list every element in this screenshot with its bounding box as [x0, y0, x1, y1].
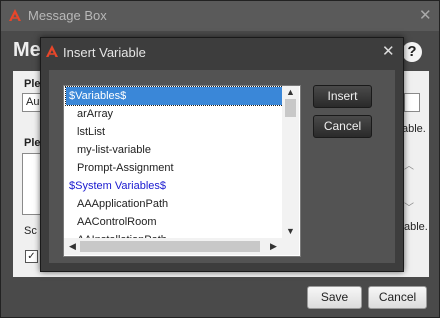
- list-group-header[interactable]: $Variables$: [65, 86, 284, 106]
- scroll-down-icon: ﹀: [404, 203, 414, 214]
- scroll-right-arrow-icon[interactable]: ▶: [265, 241, 282, 252]
- scrollbar-corner: [282, 238, 299, 255]
- option-checkbox[interactable]: ✓: [25, 250, 38, 263]
- message-box-title: Message Box: [28, 8, 107, 23]
- message-input-right-edge[interactable]: [404, 93, 420, 112]
- close-icon[interactable]: ✕: [419, 6, 432, 24]
- scroll-left-arrow-icon[interactable]: ◀: [64, 241, 81, 252]
- insert-button[interactable]: Insert: [313, 85, 372, 108]
- form-label-1: Ple: [24, 78, 41, 90]
- list-item[interactable]: arArray: [66, 105, 291, 123]
- page-heading: Me: [13, 39, 41, 61]
- scroll-down-arrow-icon[interactable]: ▼: [282, 226, 299, 236]
- form-label-2: Ple: [24, 137, 41, 149]
- list-group-header[interactable]: $System Variables$: [66, 177, 283, 195]
- list-item[interactable]: my-list-variable: [66, 141, 291, 159]
- list-item[interactable]: AAApplicationPath: [66, 195, 291, 213]
- variable-listbox[interactable]: $Variables$ arArray lstList my-list-variabl…: [63, 85, 301, 257]
- help-icon[interactable]: ?: [402, 42, 422, 62]
- app-logo-icon: [46, 45, 58, 57]
- insert-variable-dialog: Insert Variable ✕ $Variables$ arArray lstL…: [40, 37, 404, 272]
- footer-cancel-button[interactable]: Cancel: [368, 286, 427, 309]
- vertical-scroll-thumb[interactable]: [285, 99, 296, 117]
- scroll-up-arrow-icon[interactable]: ▲: [282, 87, 299, 97]
- scroll-up-icon: ︿: [404, 161, 414, 172]
- message-input-value: Au: [26, 96, 40, 108]
- app-logo-icon: [9, 9, 21, 21]
- dialog-body: $Variables$ arArray lstList my-list-variabl…: [49, 70, 395, 263]
- dialog-cancel-button[interactable]: Cancel: [313, 115, 372, 138]
- dialog-title: Insert Variable: [63, 45, 146, 60]
- message-box-footer: Save Cancel: [1, 281, 439, 317]
- message-box-titlebar: Message Box ✕: [1, 1, 439, 31]
- save-button[interactable]: Save: [307, 286, 362, 309]
- horizontal-scroll-thumb[interactable]: [80, 241, 260, 252]
- form-label-3: Sc: [24, 225, 37, 237]
- close-icon[interactable]: ✕: [382, 42, 395, 60]
- insert-variable-titlebar: Insert Variable ✕: [41, 38, 403, 66]
- horizontal-scrollbar[interactable]: ◀ ▶: [64, 238, 282, 255]
- list-item[interactable]: AAControlRoom: [66, 213, 291, 231]
- vertical-scrollbar[interactable]: ▲ ▼: [282, 86, 299, 238]
- list-item[interactable]: Prompt-Assignment: [66, 159, 291, 177]
- hint-text-1: able.: [402, 123, 426, 135]
- list-item[interactable]: lstList: [66, 123, 291, 141]
- hint-text-2: able.: [404, 221, 428, 233]
